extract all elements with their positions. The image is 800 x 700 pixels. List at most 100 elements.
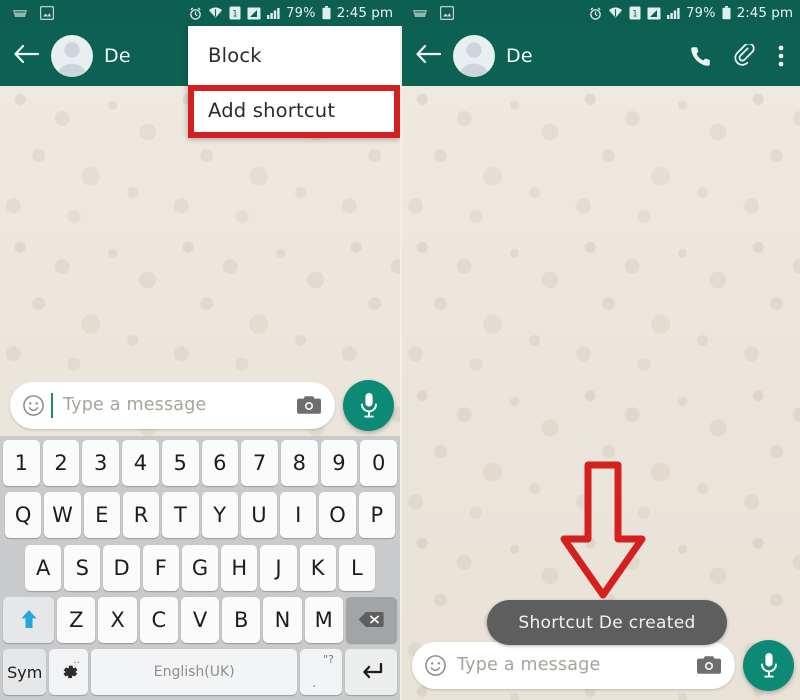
- page-title: De: [506, 45, 533, 67]
- svg-text:1: 1: [232, 10, 238, 20]
- gear-icon[interactable]: ․․: [49, 649, 89, 695]
- enter-return-icon[interactable]: [344, 649, 397, 695]
- menu-item-block[interactable]: Block: [188, 26, 400, 84]
- appbar-actions: [690, 44, 790, 68]
- voice-record-button[interactable]: [743, 639, 794, 691]
- key-k[interactable]: K: [299, 544, 336, 591]
- sim-card-one-icon: 1: [229, 6, 241, 20]
- signal-bars-icon: [647, 7, 661, 20]
- key-d[interactable]: D: [103, 544, 140, 591]
- overflow-dropdown-menu: Block Add shortcut: [188, 26, 400, 138]
- key-q[interactable]: Q: [5, 492, 42, 539]
- key-a[interactable]: A: [25, 544, 62, 591]
- key-9[interactable]: 9: [320, 440, 358, 486]
- key-o[interactable]: O: [319, 492, 356, 539]
- key-i[interactable]: I: [280, 492, 317, 539]
- key-x[interactable]: X: [98, 596, 137, 643]
- key-m[interactable]: M: [304, 596, 343, 643]
- key-g[interactable]: G: [181, 544, 219, 591]
- message-input-pill[interactable]: Type a message: [10, 381, 335, 429]
- emoji-smiley-icon[interactable]: [22, 394, 45, 417]
- keyboard-icon: [412, 8, 428, 19]
- key-6[interactable]: 6: [201, 440, 239, 486]
- wifi-icon: [208, 7, 223, 19]
- menu-item-label: Block: [208, 43, 262, 67]
- sim-card-one-icon: 1: [629, 6, 641, 20]
- screenshot-image-icon: [440, 6, 454, 20]
- message-composer-left: Type a message: [0, 374, 400, 436]
- toast-message: Shortcut De created: [518, 612, 696, 633]
- key-7[interactable]: 7: [241, 440, 278, 486]
- key-e[interactable]: E: [83, 492, 120, 539]
- three-dot-menu-icon[interactable]: [778, 45, 784, 67]
- punctuation-key-top-label: "?: [323, 653, 334, 666]
- key-c[interactable]: C: [139, 596, 178, 643]
- punctuation-key[interactable]: "? .: [300, 649, 342, 695]
- keyboard-icon: [12, 8, 28, 19]
- key-5[interactable]: 5: [161, 440, 199, 486]
- key-t[interactable]: T: [162, 492, 199, 539]
- voice-record-button[interactable]: [343, 379, 394, 431]
- keyboard-row-top: Q W E R T Y U I O P: [3, 492, 397, 539]
- key-f[interactable]: F: [142, 544, 179, 591]
- key-v[interactable]: V: [180, 596, 220, 643]
- key-1[interactable]: 1: [2, 440, 40, 486]
- key-p[interactable]: P: [358, 492, 395, 539]
- menu-item-add-shortcut[interactable]: Add shortcut: [188, 84, 400, 137]
- signal-bars-icon: [267, 7, 280, 19]
- key-u[interactable]: U: [240, 492, 278, 539]
- battery-icon: [722, 6, 731, 20]
- wifi-icon: [608, 7, 623, 19]
- left-screenshot-panel: De Block Add shortcut Type a message 1 2…: [0, 26, 400, 700]
- message-input-placeholder: Type a message: [63, 395, 207, 415]
- key-y[interactable]: Y: [201, 492, 238, 539]
- shift-arrow-icon[interactable]: [3, 596, 55, 643]
- key-0[interactable]: 0: [360, 440, 398, 486]
- key-b[interactable]: B: [222, 596, 261, 643]
- menu-item-label: Add shortcut: [208, 99, 336, 122]
- camera-icon[interactable]: [297, 395, 321, 415]
- right-screenshot-panel: De Shortcut De created Type a message: [400, 26, 800, 700]
- key-j[interactable]: J: [260, 544, 297, 591]
- status-bar-clock: 2:45 pm: [336, 5, 393, 21]
- key-8[interactable]: 8: [280, 440, 318, 486]
- camera-icon[interactable]: [697, 655, 721, 675]
- key-l[interactable]: L: [338, 544, 375, 591]
- message-input-pill[interactable]: Type a message: [412, 641, 735, 689]
- key-s[interactable]: S: [64, 544, 101, 591]
- svg-text:1: 1: [632, 10, 638, 20]
- back-arrow-icon[interactable]: [9, 40, 43, 72]
- alarm-clock-icon: [589, 6, 602, 20]
- keyboard-row-home: A S D F G H J K L: [3, 544, 397, 591]
- spacebar-language-key[interactable]: English(UK): [91, 649, 298, 695]
- status-bar-right-group-right-half: 1 79% 2:45 pm: [589, 5, 793, 21]
- paperclip-icon[interactable]: [734, 44, 756, 68]
- avatar[interactable]: [453, 35, 495, 77]
- back-arrow-icon[interactable]: [411, 40, 445, 72]
- key-h[interactable]: H: [221, 544, 258, 591]
- screenshot-root: 1 79% 2:45 pm 1 79% 2:45 pm De Block Add…: [0, 0, 800, 700]
- on-screen-keyboard: 1 2 3 4 5 6 7 8 9 0 Q W E R T Y U I O P …: [0, 436, 400, 700]
- status-bar-left-device: 1 79% 2:45 pm: [0, 0, 400, 26]
- status-bar-right-group-left-half: 1 79% 2:45 pm: [189, 5, 393, 21]
- symbols-key[interactable]: Sym: [3, 649, 47, 695]
- emoji-smiley-icon[interactable]: [424, 654, 447, 677]
- key-2[interactable]: 2: [42, 440, 80, 486]
- battery-percent-label: 79%: [286, 5, 316, 21]
- key-n[interactable]: N: [263, 596, 302, 643]
- battery-percent-label: 79%: [686, 5, 716, 21]
- punctuation-key-bottom-label: .: [312, 676, 316, 690]
- gear-key-hint: ․․: [72, 653, 81, 666]
- keyboard-row-numbers: 1 2 3 4 5 6 7 8 9 0: [2, 440, 398, 486]
- key-w[interactable]: W: [44, 492, 81, 539]
- key-z[interactable]: Z: [57, 596, 96, 643]
- key-4[interactable]: 4: [122, 440, 159, 486]
- backspace-icon[interactable]: [345, 596, 397, 643]
- battery-icon: [322, 6, 331, 20]
- avatar[interactable]: [51, 35, 93, 77]
- phone-call-icon[interactable]: [690, 45, 712, 67]
- page-title: De: [104, 45, 131, 67]
- key-r[interactable]: R: [122, 492, 160, 539]
- signal-bars-icon: [667, 7, 680, 19]
- key-3[interactable]: 3: [82, 440, 120, 486]
